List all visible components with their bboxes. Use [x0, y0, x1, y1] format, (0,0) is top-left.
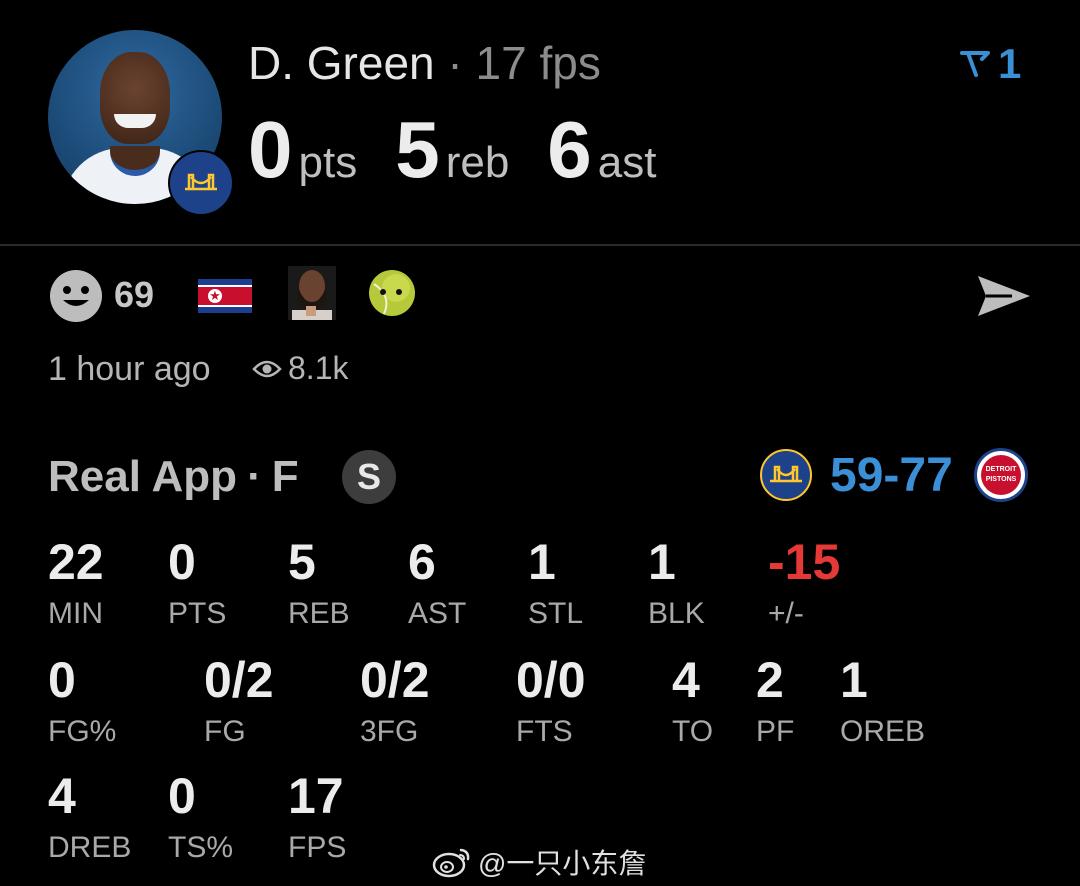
flag-band	[198, 287, 252, 305]
stat-label: DREB	[48, 831, 132, 864]
stat-fps: 17 FPS	[288, 768, 346, 864]
vote-arrow-icon	[960, 51, 990, 77]
statline-reb-value: 5	[395, 105, 440, 194]
watermark-text: @一只小东詹	[478, 848, 647, 879]
warriors-logo-icon	[170, 152, 232, 214]
view-count: 8.1k	[252, 350, 348, 387]
stat-min: 22 MIN	[48, 534, 104, 630]
source-name: Real App	[48, 452, 238, 501]
fantasy-points-label: 17 fps	[475, 37, 601, 89]
stat-label: FG%	[48, 715, 117, 748]
stat-reb: 5 REB	[288, 534, 350, 630]
stat-label: BLK	[648, 597, 705, 630]
game-score[interactable]: 59-77	[830, 448, 953, 503]
stat-value: 0	[168, 768, 196, 824]
stat-label: TS%	[168, 831, 234, 864]
stat-fg-pct: 0 FG%	[48, 652, 116, 748]
view-count-value: 8.1k	[288, 350, 349, 386]
stat-value: -15	[768, 534, 841, 590]
game-source: Real App · F	[48, 452, 299, 502]
stat-pts: 0 PTS	[168, 534, 226, 630]
player-statline: 0 pts 5 reb 6 ast	[248, 104, 695, 196]
name-separator: ·	[447, 37, 463, 89]
stat-oreb: 1 OREB	[840, 652, 925, 748]
flag-star: ★	[209, 288, 221, 303]
stat-ts-pct: 0 TS%	[168, 768, 233, 864]
stat-plus-minus: -15 +/-	[768, 534, 840, 630]
stat-value: 5	[288, 534, 316, 590]
pistons-logo-icon: DETROIT PISTONS	[974, 448, 1028, 502]
stat-value: 17	[288, 768, 344, 824]
game-status: F	[271, 452, 299, 501]
stat-label: REB	[288, 597, 350, 630]
stat-value: 0/0	[516, 652, 586, 708]
tennis-ball-emoji-icon[interactable]	[366, 266, 418, 318]
stat-value: 0/2	[204, 652, 274, 708]
stat-label: PF	[756, 715, 795, 748]
stat-label: PTS	[168, 597, 227, 630]
player-name-line[interactable]: D. Green · 17 fps	[248, 36, 601, 90]
eye-icon	[252, 360, 282, 377]
statline-ast-unit: ast	[597, 138, 657, 187]
stat-value: 4	[672, 652, 700, 708]
vote-button[interactable]: 1	[958, 40, 1021, 88]
stat-label: OREB	[840, 715, 926, 748]
stat-label: TO	[672, 715, 714, 748]
stat-3fg: 0/2 3FG	[360, 652, 430, 748]
stat-value: 1	[648, 534, 676, 590]
smile-reaction-count: 69	[114, 274, 155, 315]
statline-reb-unit: reb	[445, 138, 510, 187]
stat-value: 0	[168, 534, 196, 590]
stat-pf: 2 PF	[756, 652, 794, 748]
statline-ast-value: 6	[547, 105, 592, 194]
stat-label: STL	[528, 597, 584, 630]
stat-dreb: 4 DREB	[48, 768, 131, 864]
stat-label: FPS	[288, 831, 347, 864]
stat-label: +/-	[768, 597, 804, 630]
header-divider	[0, 244, 1080, 246]
stat-label: MIN	[48, 597, 103, 630]
stat-value: 0/2	[360, 652, 430, 708]
stat-label: 3FG	[360, 715, 419, 748]
stat-stl: 1 STL	[528, 534, 583, 630]
harden-emoji-icon[interactable]	[288, 266, 336, 320]
stat-value: 6	[408, 534, 436, 590]
weibo-icon	[432, 848, 470, 878]
smile-reaction-button[interactable]	[48, 268, 104, 329]
stat-value: 1	[528, 534, 556, 590]
avatar-head	[100, 52, 170, 144]
post-time: 1 hour ago	[48, 350, 211, 388]
warriors-logo-icon	[760, 449, 812, 501]
source-separator: ·	[247, 452, 262, 501]
stat-value: 0	[48, 652, 76, 708]
weibo-watermark: @一只小东詹	[432, 842, 646, 882]
stat-blk: 1 BLK	[648, 534, 705, 630]
send-icon	[978, 276, 1030, 316]
statline-pts-value: 0	[248, 105, 293, 194]
pistons-logo-text: DETROIT PISTONS	[981, 455, 1021, 495]
vote-count: 1	[998, 40, 1022, 87]
stat-fg: 0/2 FG	[204, 652, 274, 748]
smile-emoji-icon	[50, 270, 102, 322]
stat-value: 1	[840, 652, 868, 708]
stat-value: 2	[756, 652, 784, 708]
stat-value: 22	[48, 534, 104, 590]
stat-value: 4	[48, 768, 76, 824]
stat-label: FG	[204, 715, 246, 748]
send-button[interactable]	[972, 270, 1034, 322]
stat-ast: 6 AST	[408, 534, 466, 630]
player-name[interactable]: D. Green	[248, 37, 435, 89]
s-badge: S	[342, 450, 396, 504]
statline-pts-unit: pts	[298, 138, 358, 187]
stat-fts: 0/0 FTS	[516, 652, 586, 748]
stat-to: 4 TO	[672, 652, 713, 748]
north-korea-flag-emoji-icon[interactable]: ★	[198, 279, 252, 313]
flag-stripe	[198, 305, 252, 307]
stat-label: AST	[408, 597, 467, 630]
stat-label: FTS	[516, 715, 573, 748]
